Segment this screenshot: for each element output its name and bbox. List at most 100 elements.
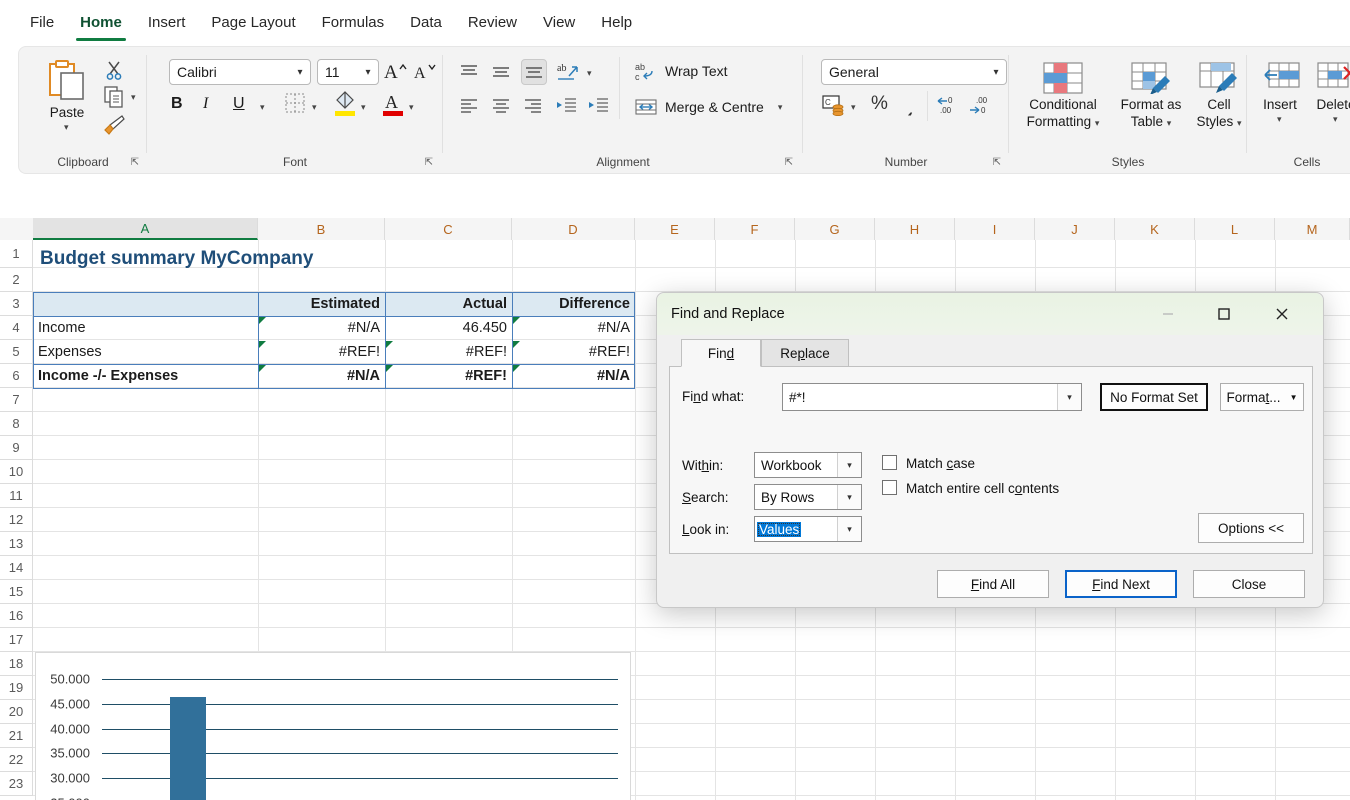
match-case-checkbox[interactable] (882, 455, 897, 470)
search-chevron-down-icon[interactable]: ▾ (837, 485, 861, 509)
comma-style-button[interactable]: ͵ (903, 93, 914, 117)
look-in-combo[interactable]: Values ▾ (754, 516, 862, 542)
column-header-I[interactable]: I (955, 218, 1035, 240)
column-header-H[interactable]: H (875, 218, 955, 240)
chevron-down-icon[interactable]: ▾ (290, 67, 310, 78)
format-button[interactable]: Format... ▼ (1220, 383, 1304, 411)
within-chevron-down-icon[interactable]: ▾ (837, 453, 861, 477)
ribbon-tab-insert[interactable]: Insert (136, 10, 198, 35)
merge-centre-button[interactable]: Merge & Centre ▾ (635, 97, 782, 117)
table-cell-D5[interactable]: #REF! (512, 340, 635, 364)
row-header-22[interactable]: 22 (0, 748, 33, 772)
column-header-L[interactable]: L (1195, 218, 1275, 240)
cut-icon[interactable] (103, 59, 125, 81)
close-icon[interactable] (1259, 293, 1305, 335)
column-header-B[interactable]: B (258, 218, 385, 240)
row-header-15[interactable]: 15 (0, 580, 33, 604)
row-header-8[interactable]: 8 (0, 412, 33, 436)
close-button[interactable]: Close (1193, 570, 1305, 598)
row-header-4[interactable]: 4 (0, 316, 33, 340)
find-what-combo[interactable]: #*! ▾ (782, 383, 1082, 411)
font-color-chevron-down-icon[interactable]: ▾ (409, 103, 414, 112)
underline-button[interactable]: U (233, 95, 245, 113)
column-header-G[interactable]: G (795, 218, 875, 240)
ribbon-tab-data[interactable]: Data (398, 10, 454, 35)
row-header-17[interactable]: 17 (0, 628, 33, 652)
chevron-down-icon[interactable]: ▾ (986, 67, 1006, 78)
match-entire-cell-label[interactable]: Match entire cell contents (906, 481, 1059, 496)
row-header-14[interactable]: 14 (0, 556, 33, 580)
row-header-11[interactable]: 11 (0, 484, 33, 508)
minimize-icon[interactable] (1145, 293, 1191, 335)
wrap-text-button[interactable]: ab c Wrap Text (635, 61, 728, 81)
find-what-value[interactable]: #*! (783, 390, 1057, 405)
ribbon-tab-formulas[interactable]: Formulas (310, 10, 397, 35)
table-cell-D6[interactable]: #N/A (512, 364, 635, 388)
chart-bar-actual-0[interactable] (170, 696, 206, 800)
row-header-20[interactable]: 20 (0, 700, 33, 724)
table-cell-A5[interactable]: Expenses (33, 340, 258, 364)
table-cell-D4[interactable]: #N/A (512, 316, 635, 340)
table-header-cell-3[interactable]: Difference (512, 292, 635, 316)
table-cell-B5[interactable]: #REF! (258, 340, 385, 364)
align-right-icon[interactable] (521, 95, 545, 117)
cs-chevron-down-icon[interactable]: ▾ (1237, 118, 1242, 128)
match-case-label[interactable]: Match case (906, 456, 975, 471)
ribbon-tab-help[interactable]: Help (589, 10, 644, 35)
search-combo[interactable]: By Rows ▾ (754, 484, 862, 510)
row-header-23[interactable]: 23 (0, 772, 33, 796)
merge-chevron-down-icon[interactable]: ▾ (778, 102, 783, 112)
look-in-chevron-down-icon[interactable]: ▾ (837, 517, 861, 541)
row-header-12[interactable]: 12 (0, 508, 33, 532)
align-left-icon[interactable] (457, 95, 481, 117)
copy-chevron-down-icon[interactable]: ▾ (131, 93, 136, 102)
row-header-13[interactable]: 13 (0, 532, 33, 556)
row-header-6[interactable]: 6 (0, 364, 33, 388)
row-header-19[interactable]: 19 (0, 676, 33, 700)
column-header-D[interactable]: D (512, 218, 635, 240)
dialog-tab-replace[interactable]: Replace (761, 339, 849, 367)
find-what-chevron-down-icon[interactable]: ▾ (1057, 384, 1081, 410)
format-chevron-down-icon[interactable]: ▼ (1290, 393, 1298, 402)
match-entire-cell-checkbox[interactable] (882, 480, 897, 495)
percent-style-button[interactable]: % (871, 93, 888, 115)
clipboard-dialog-launcher[interactable]: ⇱ (131, 157, 139, 168)
increase-font-size-icon[interactable]: A (383, 58, 409, 84)
number-format-combo[interactable]: General ▾ (821, 59, 1007, 85)
row-header-18[interactable]: 18 (0, 652, 33, 676)
font-color-icon[interactable]: A (381, 89, 405, 117)
dialog-tab-find[interactable]: Find (681, 339, 761, 367)
underline-chevron-down-icon[interactable]: ▾ (260, 103, 265, 112)
text-orientation-icon[interactable]: ab (555, 59, 581, 85)
column-header-C[interactable]: C (385, 218, 512, 240)
table-cell-A4[interactable]: Income (33, 316, 258, 340)
format-painter-icon[interactable] (101, 113, 127, 137)
table-cell-B4[interactable]: #N/A (258, 316, 385, 340)
decrease-decimal-icon[interactable]: .00 0 (967, 93, 995, 117)
fill-color-chevron-down-icon[interactable]: ▾ (361, 103, 366, 112)
align-center-icon[interactable] (489, 95, 513, 117)
row-header-1[interactable]: 1 (0, 240, 33, 268)
no-format-set-button[interactable]: No Format Set (1100, 383, 1208, 411)
row-header-10[interactable]: 10 (0, 460, 33, 484)
row-header-16[interactable]: 16 (0, 604, 33, 628)
cell-A1-title[interactable]: Budget summary MyCompany (40, 248, 313, 270)
number-dialog-launcher[interactable]: ⇱ (993, 157, 1001, 168)
copy-icon[interactable] (103, 85, 125, 109)
row-header-21[interactable]: 21 (0, 724, 33, 748)
ribbon-tab-file[interactable]: File (18, 10, 66, 35)
column-header-J[interactable]: J (1035, 218, 1115, 240)
decrease-indent-icon[interactable] (555, 95, 579, 117)
budget-chart[interactable]: -5.00010.00015.00020.00025.00030.00035.0… (35, 652, 631, 800)
find-and-replace-dialog[interactable]: Find and Replace Find Replace Find what: (656, 292, 1324, 608)
maximize-icon[interactable] (1201, 293, 1247, 335)
table-cell-A6[interactable]: Income -/- Expenses (33, 364, 258, 388)
column-header-E[interactable]: E (635, 218, 715, 240)
borders-icon[interactable] (283, 91, 307, 115)
find-all-button[interactable]: Find All (937, 570, 1049, 598)
within-combo[interactable]: Workbook ▾ (754, 452, 862, 478)
row-header-9[interactable]: 9 (0, 436, 33, 460)
column-header-F[interactable]: F (715, 218, 795, 240)
column-header-M[interactable]: M (1275, 218, 1350, 240)
table-header-cell-1[interactable]: Estimated (258, 292, 385, 316)
